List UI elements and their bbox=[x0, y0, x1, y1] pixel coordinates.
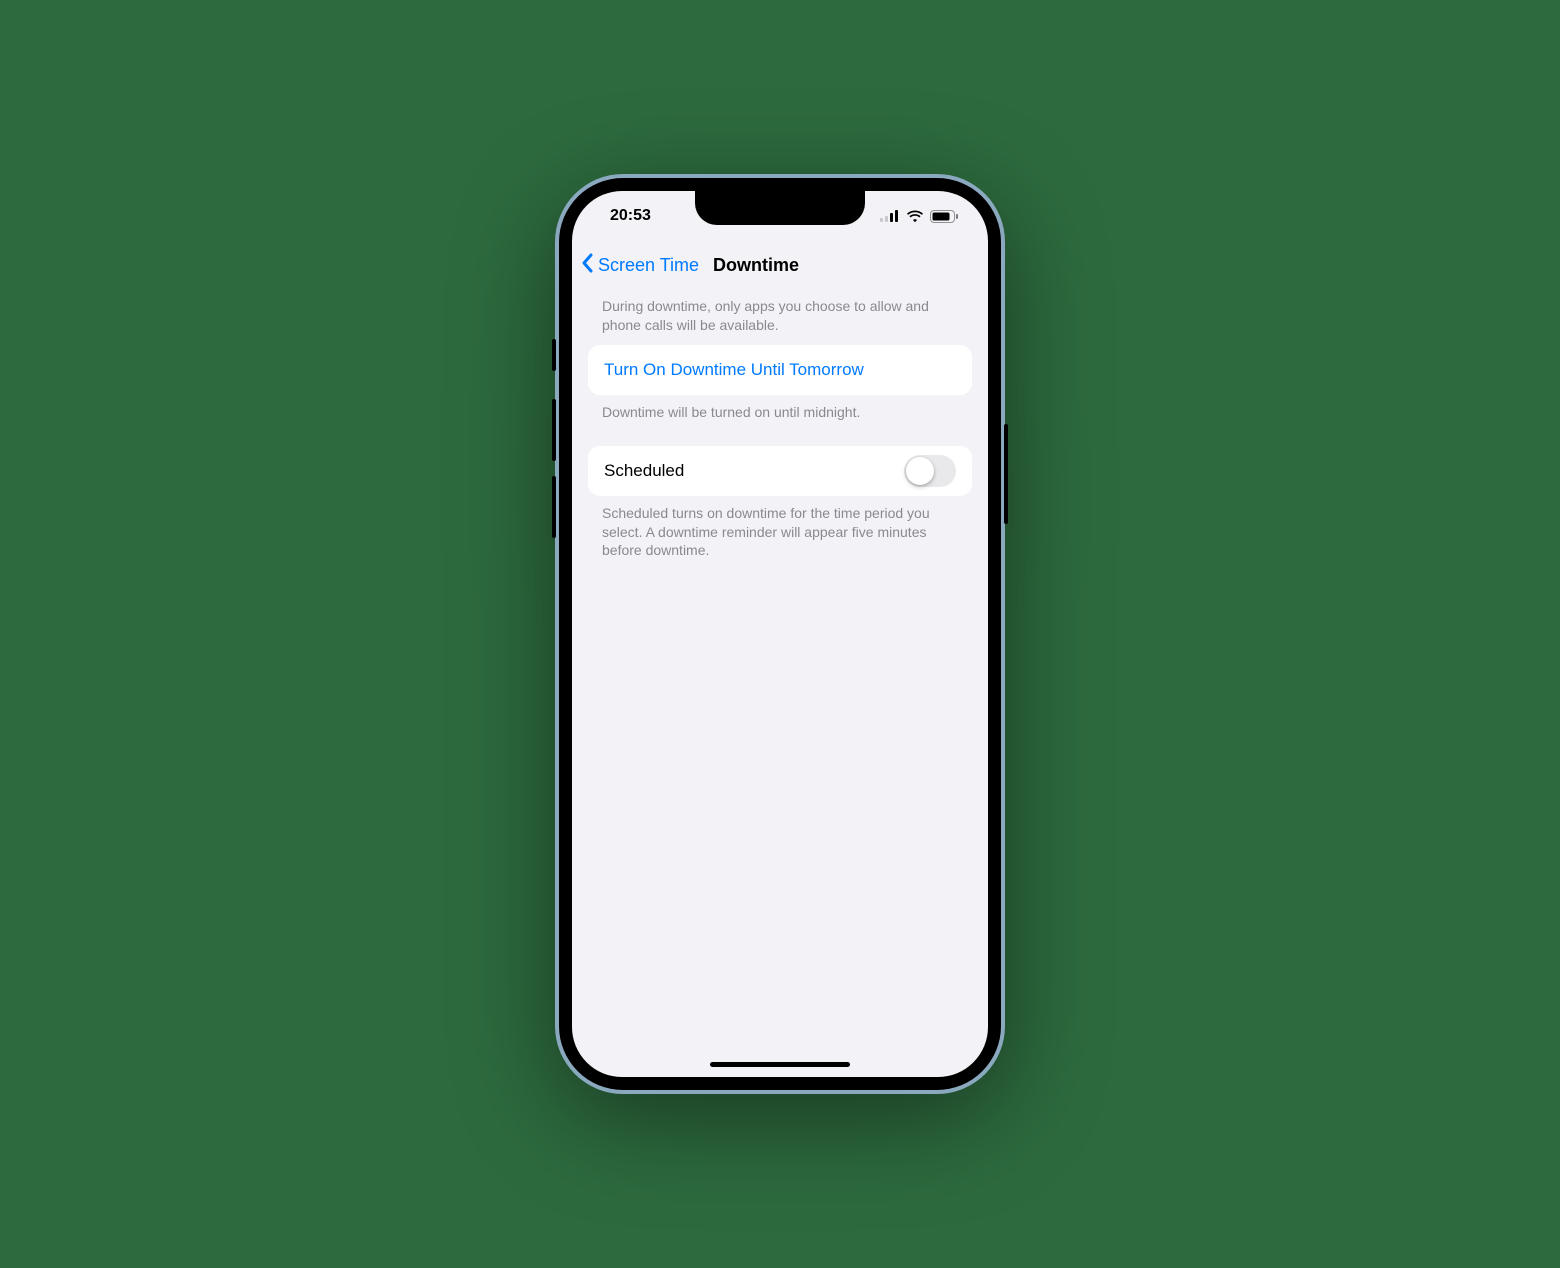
status-bar: 20:53 bbox=[572, 191, 988, 241]
status-icons bbox=[880, 210, 958, 223]
back-label: Screen Time bbox=[598, 255, 699, 276]
silence-switch bbox=[552, 339, 556, 371]
volume-up-button bbox=[552, 399, 556, 461]
scheduled-row[interactable]: Scheduled bbox=[588, 446, 972, 496]
turn-on-downtime-button[interactable]: Turn On Downtime Until Tomorrow bbox=[588, 345, 972, 395]
chevron-left-icon bbox=[580, 252, 596, 279]
back-button[interactable]: Screen Time bbox=[580, 252, 699, 279]
screen: 20:53 bbox=[572, 191, 988, 1077]
turn-on-downtime-label: Turn On Downtime Until Tomorrow bbox=[604, 360, 864, 380]
iphone-device-frame: 20:53 bbox=[555, 174, 1005, 1094]
battery-icon bbox=[930, 210, 958, 223]
scheduled-toggle[interactable] bbox=[904, 455, 956, 487]
page-title: Downtime bbox=[713, 255, 799, 276]
status-time: 20:53 bbox=[602, 207, 651, 225]
nav-bar: Screen Time Downtime bbox=[572, 241, 988, 289]
wifi-icon bbox=[906, 210, 924, 223]
intro-text: During downtime, only apps you choose to… bbox=[588, 289, 972, 345]
home-indicator[interactable] bbox=[710, 1062, 850, 1067]
cellular-signal-icon bbox=[880, 210, 900, 222]
turn-on-footer: Downtime will be turned on until midnigh… bbox=[588, 395, 972, 422]
content-area: During downtime, only apps you choose to… bbox=[572, 289, 988, 560]
power-button bbox=[1004, 424, 1008, 524]
scheduled-footer: Scheduled turns on downtime for the time… bbox=[588, 496, 972, 561]
scheduled-label: Scheduled bbox=[604, 461, 684, 481]
notch bbox=[695, 191, 865, 225]
volume-down-button bbox=[552, 476, 556, 538]
